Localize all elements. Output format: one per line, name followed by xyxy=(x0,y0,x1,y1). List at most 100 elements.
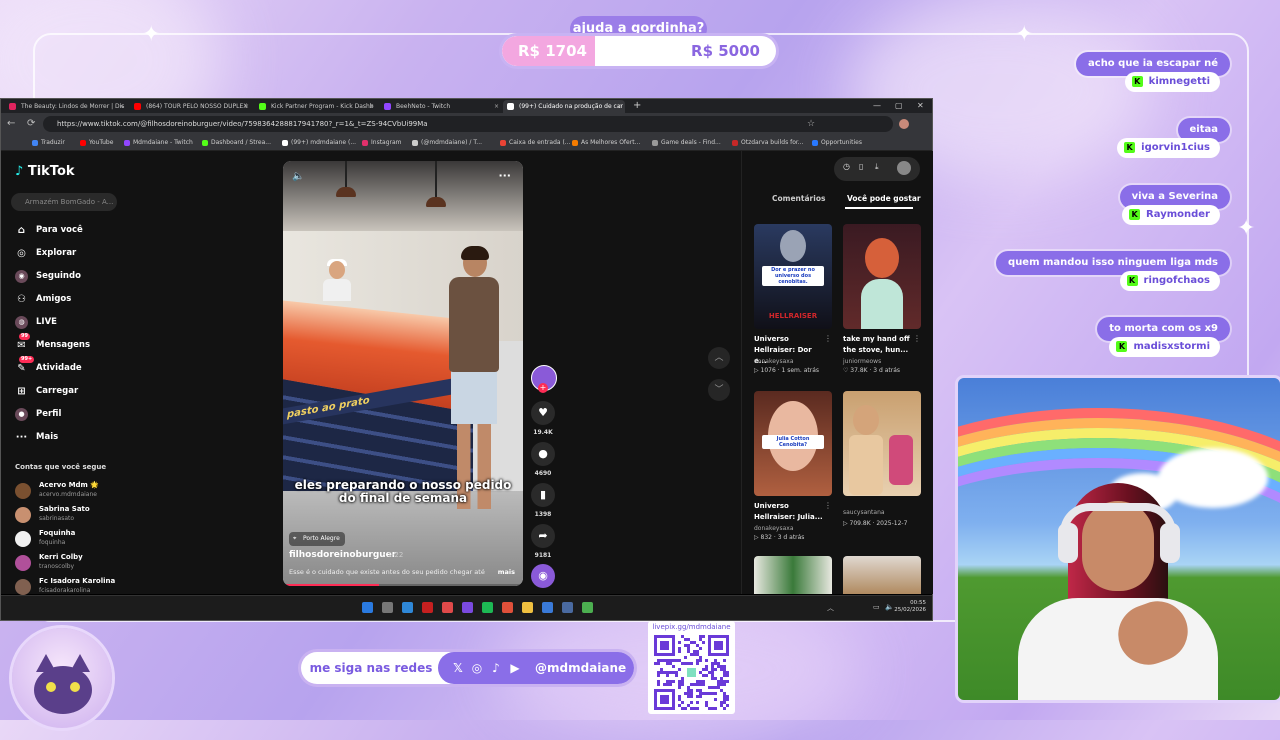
cat-eye xyxy=(46,682,56,692)
bookmark-item[interactable]: Otzdarva builds for... xyxy=(731,136,804,150)
bookmark-item[interactable]: YouTube xyxy=(79,136,113,150)
bookmark-item[interactable]: Dashboard / Strea... xyxy=(201,136,271,150)
bookmark-item[interactable]: Instagram xyxy=(361,136,402,150)
volume-icon[interactable]: 🔈 xyxy=(292,171,304,182)
user-avatar[interactable] xyxy=(897,161,911,175)
taskbar-app-icon[interactable] xyxy=(422,602,433,613)
card-menu-icon[interactable]: ⋮ xyxy=(824,501,832,510)
new-tab-icon[interactable]: + xyxy=(633,99,641,113)
bookmark-item[interactable]: (@mdmdaiane) / T... xyxy=(411,136,482,150)
comment-icon[interactable]: ● xyxy=(531,442,555,466)
browser-tab[interactable]: (99+) Cuidado na produção de car × xyxy=(503,100,625,113)
account-name: Kerri Colby xyxy=(39,553,83,561)
taskbar-app-icon[interactable] xyxy=(522,602,533,613)
tab-close-icon[interactable]: × xyxy=(369,100,374,113)
taskbar-app-icon[interactable] xyxy=(502,602,513,613)
network-icon[interactable]: ▭ xyxy=(873,603,880,611)
video-author[interactable]: filhosdoreinoburguer xyxy=(289,550,396,560)
taskbar-app-icon[interactable] xyxy=(482,602,493,613)
video-thumbnail: Dor e prazer no universo dos cenobitas. … xyxy=(754,224,832,329)
followed-account[interactable]: Kerri Colby tranoscolby xyxy=(15,553,135,575)
tray-chevron-up-icon[interactable]: ︿ xyxy=(827,603,834,613)
tab-you-may-like[interactable]: Você pode gostar xyxy=(847,194,921,203)
card-menu-icon[interactable]: ⋮ xyxy=(913,334,921,343)
card-author[interactable]: juniormeows xyxy=(843,358,881,365)
description-more-link[interactable]: mais xyxy=(498,568,515,576)
bookmark-item[interactable]: Traduzir xyxy=(31,136,65,150)
taskbar-clock[interactable]: 00:55 25/02/2026 xyxy=(894,600,926,614)
card-author[interactable]: donakeysaxa xyxy=(754,358,794,365)
next-video-chevron-down-icon[interactable]: ﹀ xyxy=(708,379,730,401)
download-icon[interactable]: ⤓ xyxy=(875,162,879,172)
nav-item-carregar[interactable]: ⊞ Carregar xyxy=(15,382,78,400)
follow-plus-icon[interactable]: + xyxy=(538,383,548,393)
bookmark-star-icon[interactable]: ☆ xyxy=(807,117,815,131)
nav-item-para-você[interactable]: ⌂ Para você xyxy=(15,221,83,239)
nav-item-mensagens[interactable]: ✉ 99 Mensagens xyxy=(15,333,90,354)
search-input[interactable]: Armazém BomGado - A... xyxy=(11,193,117,211)
nav-item-live[interactable]: ◍ LIVE xyxy=(15,313,57,331)
bookmark-item[interactable]: Caixa de entrada (... xyxy=(499,136,571,150)
minimize-icon[interactable]: — xyxy=(873,99,881,113)
close-window-icon[interactable]: ✕ xyxy=(917,99,924,113)
volume-icon[interactable]: 🔈 xyxy=(885,603,894,611)
card-meta: ▷ 1076 · 1 sem. atrás xyxy=(754,367,820,374)
music-disc-icon[interactable]: ◉ xyxy=(531,564,555,588)
location-badge[interactable]: ⌖ Porto Alegre xyxy=(289,532,345,546)
browser-tab[interactable]: (864) TOUR PELO NOSSO DUPLEX × xyxy=(130,100,252,113)
tiktok-logo[interactable]: ♪ TikTok xyxy=(15,164,75,179)
card-author[interactable]: donakeysaxa xyxy=(754,525,794,532)
like-heart-icon[interactable]: ♥ xyxy=(531,401,555,425)
video-thumbnail[interactable] xyxy=(754,556,832,594)
card-author[interactable]: saucysantana xyxy=(843,509,885,516)
card-title: take my hand off the stove, hun... xyxy=(843,335,910,354)
browser-tab[interactable]: Kick Partner Program - Kick Dashb × xyxy=(255,100,377,113)
card-menu-icon[interactable]: ⋮ xyxy=(824,334,832,343)
nav-item-seguindo[interactable]: ◉ Seguindo xyxy=(15,267,81,285)
browser-tab[interactable]: The Beauty: Lindos de Morrer | Dis × xyxy=(5,100,127,113)
nav-item-atividade[interactable]: ✎ 99+ Atividade xyxy=(15,356,82,377)
video-player[interactable]: pasto ao prato 🔈 ··· eles preparando o n… xyxy=(283,161,523,586)
nav-item-perfil[interactable]: ● Perfil xyxy=(15,405,61,423)
more-options-icon[interactable]: ··· xyxy=(498,169,511,182)
nav-item-amigos[interactable]: ⚇ Amigos xyxy=(15,290,71,308)
bookmark-icon[interactable]: ▮ xyxy=(531,483,555,507)
tab-close-icon[interactable]: × xyxy=(494,100,499,113)
taskbar-app-icon[interactable] xyxy=(382,602,393,613)
taskbar-app-icon[interactable] xyxy=(562,602,573,613)
back-icon[interactable]: ← xyxy=(7,117,15,131)
followed-account[interactable]: Foquinha foquinha xyxy=(15,529,135,551)
taskbar-app-icon[interactable] xyxy=(402,602,413,613)
video-thumbnail[interactable] xyxy=(843,556,921,594)
tab-close-icon[interactable]: × xyxy=(617,100,622,113)
video-progress-bar[interactable] xyxy=(283,584,523,586)
bookmark-item[interactable]: Opportunities xyxy=(811,136,862,150)
taskbar-app-icon[interactable] xyxy=(542,602,553,613)
taskbar-app-icon[interactable] xyxy=(462,602,473,613)
bookmark-item[interactable]: (99+) mdmdaiane (... xyxy=(281,136,356,150)
bookmark-item[interactable]: Game deals - Find... xyxy=(651,136,721,150)
maximize-icon[interactable]: ▢ xyxy=(895,99,903,113)
taskbar-app-icon[interactable] xyxy=(362,602,373,613)
tab-close-icon[interactable]: × xyxy=(244,100,249,113)
speed-icon[interactable]: ◷ xyxy=(843,162,850,171)
profile-avatar[interactable] xyxy=(899,119,909,129)
share-icon[interactable]: ➦ xyxy=(531,524,555,548)
url-input[interactable]: https://www.tiktok.com/@filhosdoreinobur… xyxy=(43,116,893,132)
tab-comments[interactable]: Comentários xyxy=(772,194,825,203)
taskbar-app-icon[interactable] xyxy=(442,602,453,613)
bookmark-item[interactable]: As Melhores Ofert... xyxy=(571,136,640,150)
phone-icon[interactable]: ▯ xyxy=(859,162,863,171)
reload-icon[interactable]: ⟳ xyxy=(27,117,35,131)
nav-item-explorar[interactable]: ◎ Explorar xyxy=(15,244,76,262)
bookmark-label: Instagram xyxy=(371,139,402,146)
tab-close-icon[interactable]: × xyxy=(119,100,124,113)
nav-item-mais[interactable]: ··· Mais xyxy=(15,428,58,446)
bookmark-item[interactable]: Mdmdaiane - Twitch xyxy=(123,136,193,150)
browser-tab[interactable]: BeehNeto - Twitch × xyxy=(380,100,502,113)
video-caption: eles preparando o nosso pedido do final … xyxy=(294,478,512,505)
followed-account[interactable]: Sabrina Sato sabrinasato xyxy=(15,505,135,527)
previous-video-chevron-up-icon[interactable]: ︿ xyxy=(708,347,730,369)
taskbar-app-icon[interactable] xyxy=(582,602,593,613)
followed-account[interactable]: Acervo Mdm 🌟 acervo.mdmdaiane xyxy=(15,481,135,503)
